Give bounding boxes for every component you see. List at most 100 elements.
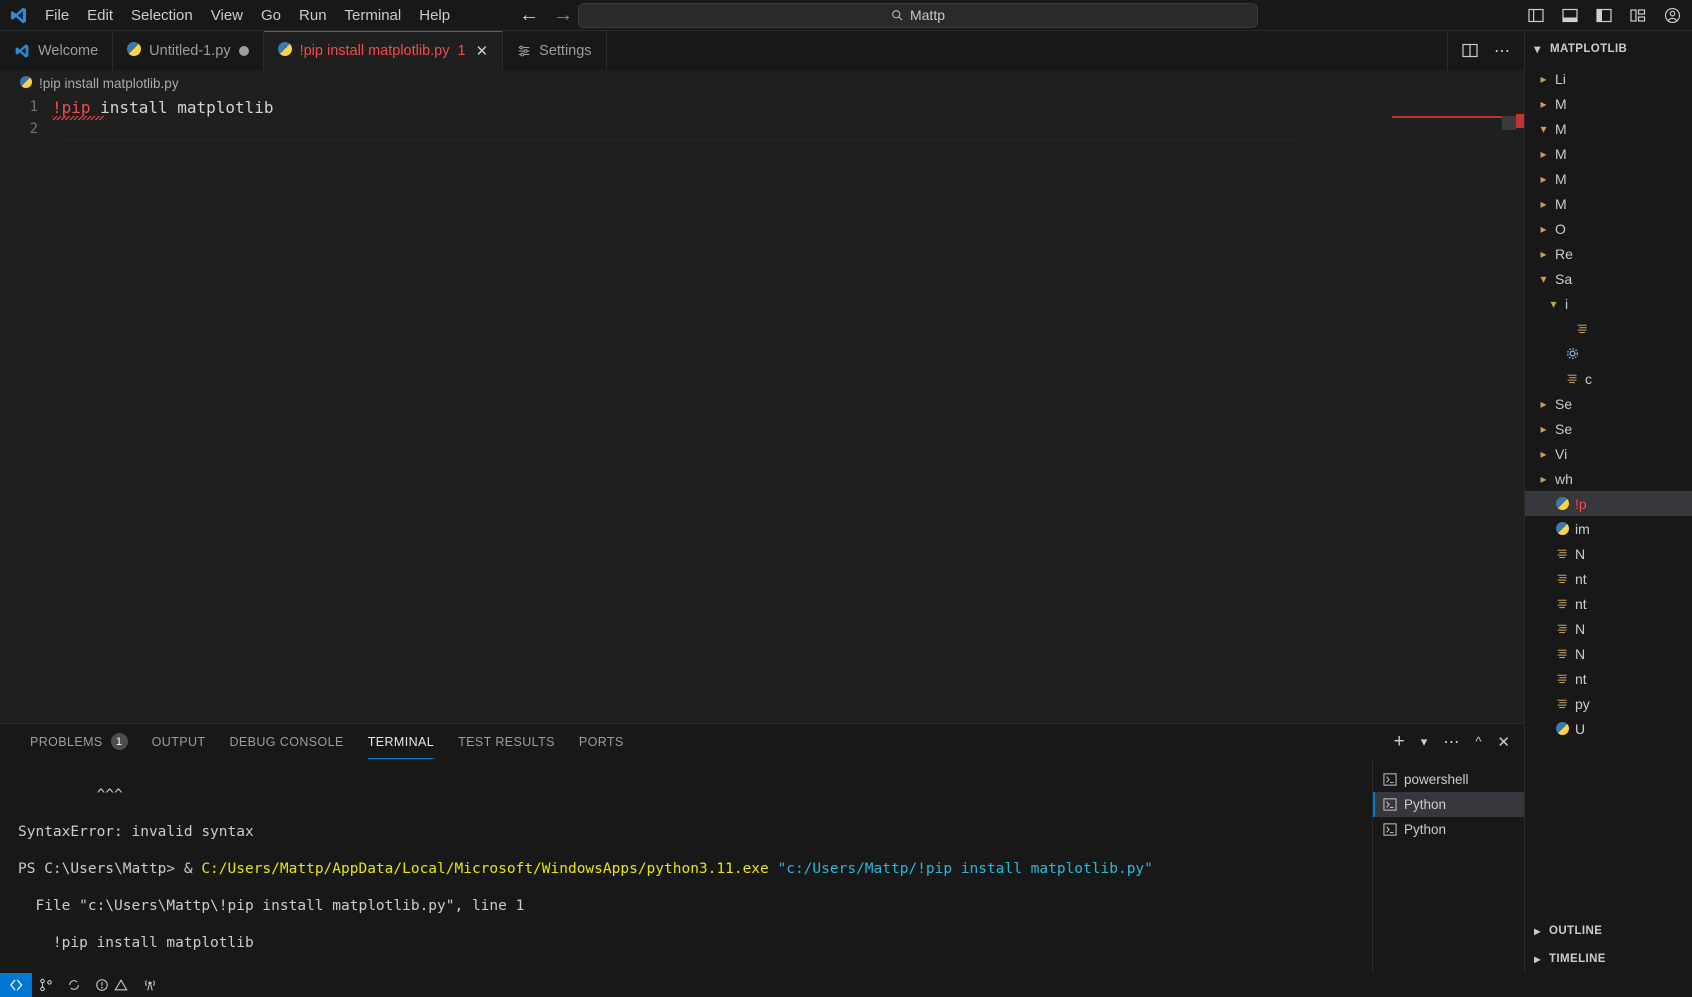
split-editor-icon[interactable]: [1462, 43, 1478, 58]
file-tree-row[interactable]: ▸ wh: [1525, 466, 1692, 491]
panel-tab-test-results[interactable]: TEST RESULTS: [446, 724, 567, 759]
file-tree-row[interactable]: ▾ Sa: [1525, 266, 1692, 291]
menu-go[interactable]: Go: [252, 3, 290, 27]
menu-selection[interactable]: Selection: [122, 3, 202, 27]
file-tree-row[interactable]: nt: [1525, 666, 1692, 691]
terminal-tab-python-1[interactable]: Python: [1373, 792, 1524, 817]
panel-tab-output[interactable]: OUTPUT: [140, 724, 218, 759]
code-line-1[interactable]: 1 !pip install matplotlib: [0, 96, 1524, 120]
chevron-right-icon[interactable]: ▸: [1537, 397, 1550, 411]
toggle-secondary-sidebar-icon[interactable]: [1594, 5, 1614, 25]
chevron-right-icon[interactable]: ▸: [1537, 97, 1550, 111]
file-tree-row[interactable]: nt: [1525, 566, 1692, 591]
panel-tab-debug-console[interactable]: DEBUG CONSOLE: [217, 724, 355, 759]
file-tree-row[interactable]: U: [1525, 716, 1692, 741]
close-icon[interactable]: ✕: [476, 42, 489, 60]
file-tree-row[interactable]: !p: [1525, 491, 1692, 516]
new-terminal-icon[interactable]: +: [1394, 732, 1405, 751]
menu-view[interactable]: View: [202, 3, 252, 27]
arrow-left-icon[interactable]: ←: [519, 5, 539, 25]
minimap-slider[interactable]: [1502, 116, 1516, 130]
file-tree[interactable]: ▸ Li ▸ M ▾ M ▸ M ▸ M ▸ M ▸ O ▸ Re ▾ Sa ▾ i c ▸ Se ▸ Se ▸ Vi ▸ wh !p im…: [1525, 66, 1692, 917]
chevron-right-icon[interactable]: ▸: [1537, 147, 1550, 161]
chevron-right-icon[interactable]: ▸: [1537, 247, 1550, 261]
status-source-control[interactable]: [32, 973, 60, 997]
toggle-primary-sidebar-icon[interactable]: [1526, 5, 1546, 25]
close-panel-icon[interactable]: ✕: [1497, 733, 1510, 751]
tab-pip-install-matplotlib-py[interactable]: !pip install matplotlib.py 1 ✕: [263, 31, 504, 70]
file-tree-row[interactable]: ▸ M: [1525, 191, 1692, 216]
command-center-search[interactable]: Mattp: [578, 2, 1258, 28]
code-content[interactable]: 1 !pip install matplotlib 2: [0, 96, 1524, 140]
chevron-right-icon[interactable]: ▸: [1537, 72, 1550, 86]
file-tree-row[interactable]: ▸ Vi: [1525, 441, 1692, 466]
file-tree-row[interactable]: nt: [1525, 591, 1692, 616]
file-tree-row[interactable]: N: [1525, 641, 1692, 666]
chevron-right-icon[interactable]: ▸: [1531, 952, 1544, 966]
explorer-section-header[interactable]: ▾ MATPLOTLIB: [1525, 31, 1692, 66]
chevron-right-icon[interactable]: ▸: [1531, 924, 1544, 938]
chevron-down-icon[interactable]: ▾: [1537, 122, 1550, 136]
timeline-section-header[interactable]: ▸ TIMELINE: [1525, 945, 1692, 973]
terminal-output[interactable]: ^^^ SyntaxError: invalid syntax PS C:\Us…: [0, 759, 1372, 973]
chevron-right-icon[interactable]: ▸: [1537, 172, 1550, 186]
file-tree-row[interactable]: ▸ Re: [1525, 241, 1692, 266]
file-tree-row[interactable]: [1525, 341, 1692, 366]
more-actions-icon[interactable]: ⋯: [1494, 41, 1510, 61]
file-tree-row[interactable]: im: [1525, 516, 1692, 541]
file-tree-row[interactable]: ▸ Se: [1525, 391, 1692, 416]
chevron-right-icon[interactable]: ▸: [1537, 447, 1550, 461]
file-tree-row[interactable]: N: [1525, 616, 1692, 641]
file-tree-row[interactable]: c: [1525, 366, 1692, 391]
file-tree-row[interactable]: ▾ M: [1525, 116, 1692, 141]
chevron-right-icon[interactable]: ▸: [1537, 472, 1550, 486]
code-editor[interactable]: 1 !pip install matplotlib 2: [0, 96, 1524, 723]
status-problems[interactable]: [88, 973, 135, 997]
terminal-dropdown-icon[interactable]: ▾: [1421, 734, 1428, 750]
customize-layout-icon[interactable]: [1628, 5, 1648, 25]
chevron-right-icon[interactable]: ▸: [1537, 422, 1550, 436]
chevron-down-icon[interactable]: ▾: [1531, 42, 1544, 56]
breadcrumb[interactable]: !pip install matplotlib.py: [0, 70, 1524, 96]
account-icon[interactable]: [1662, 5, 1682, 25]
tab-settings[interactable]: Settings: [503, 31, 607, 70]
toggle-panel-icon[interactable]: [1560, 5, 1580, 25]
remote-window-indicator[interactable]: [0, 973, 32, 997]
menu-help[interactable]: Help: [410, 3, 459, 27]
file-tree-row[interactable]: ▸ O: [1525, 216, 1692, 241]
menu-edit[interactable]: Edit: [78, 3, 122, 27]
status-ports[interactable]: [135, 973, 165, 997]
arrow-right-icon[interactable]: →: [553, 5, 573, 25]
menu-terminal[interactable]: Terminal: [336, 3, 411, 27]
menu-run[interactable]: Run: [290, 3, 336, 27]
file-tree-row[interactable]: ▸ Li: [1525, 66, 1692, 91]
dirty-indicator-icon[interactable]: [238, 45, 249, 56]
status-sync[interactable]: [60, 973, 88, 997]
menu-file[interactable]: File: [36, 3, 78, 27]
more-actions-icon[interactable]: ⋯: [1443, 732, 1459, 752]
chevron-down-icon[interactable]: ▾: [1547, 297, 1560, 311]
file-tree-row[interactable]: ▸ M: [1525, 91, 1692, 116]
terminal-arg: "c:/Users/Mattp/!pip install matplotlib.…: [777, 860, 1153, 877]
file-tree-row[interactable]: py: [1525, 691, 1692, 716]
tab-welcome[interactable]: Welcome: [0, 31, 114, 70]
code-line-2[interactable]: 2: [0, 118, 1524, 140]
panel-tab-ports[interactable]: PORTS: [567, 724, 636, 759]
python-icon: [1555, 497, 1570, 510]
file-tree-row[interactable]: N: [1525, 541, 1692, 566]
outline-section-header[interactable]: ▸ OUTLINE: [1525, 917, 1692, 945]
chevron-right-icon[interactable]: ▸: [1537, 197, 1550, 211]
file-tree-row[interactable]: ▸ Se: [1525, 416, 1692, 441]
chevron-right-icon[interactable]: ▸: [1537, 222, 1550, 236]
panel-tab-terminal[interactable]: TERMINAL: [356, 724, 446, 759]
chevron-down-icon[interactable]: ▾: [1537, 272, 1550, 286]
terminal-tab-python-2[interactable]: Python: [1373, 817, 1524, 842]
panel-tab-problems[interactable]: PROBLEMS 1: [18, 724, 140, 759]
file-tree-row[interactable]: ▸ M: [1525, 141, 1692, 166]
file-tree-row[interactable]: ▸ M: [1525, 166, 1692, 191]
tab-untitled-1-py[interactable]: Untitled-1.py: [113, 31, 264, 70]
maximize-panel-icon[interactable]: ^: [1475, 734, 1481, 749]
file-tree-row[interactable]: ▾ i: [1525, 291, 1692, 316]
terminal-tab-powershell[interactable]: powershell: [1373, 767, 1524, 792]
file-tree-row[interactable]: [1525, 316, 1692, 341]
